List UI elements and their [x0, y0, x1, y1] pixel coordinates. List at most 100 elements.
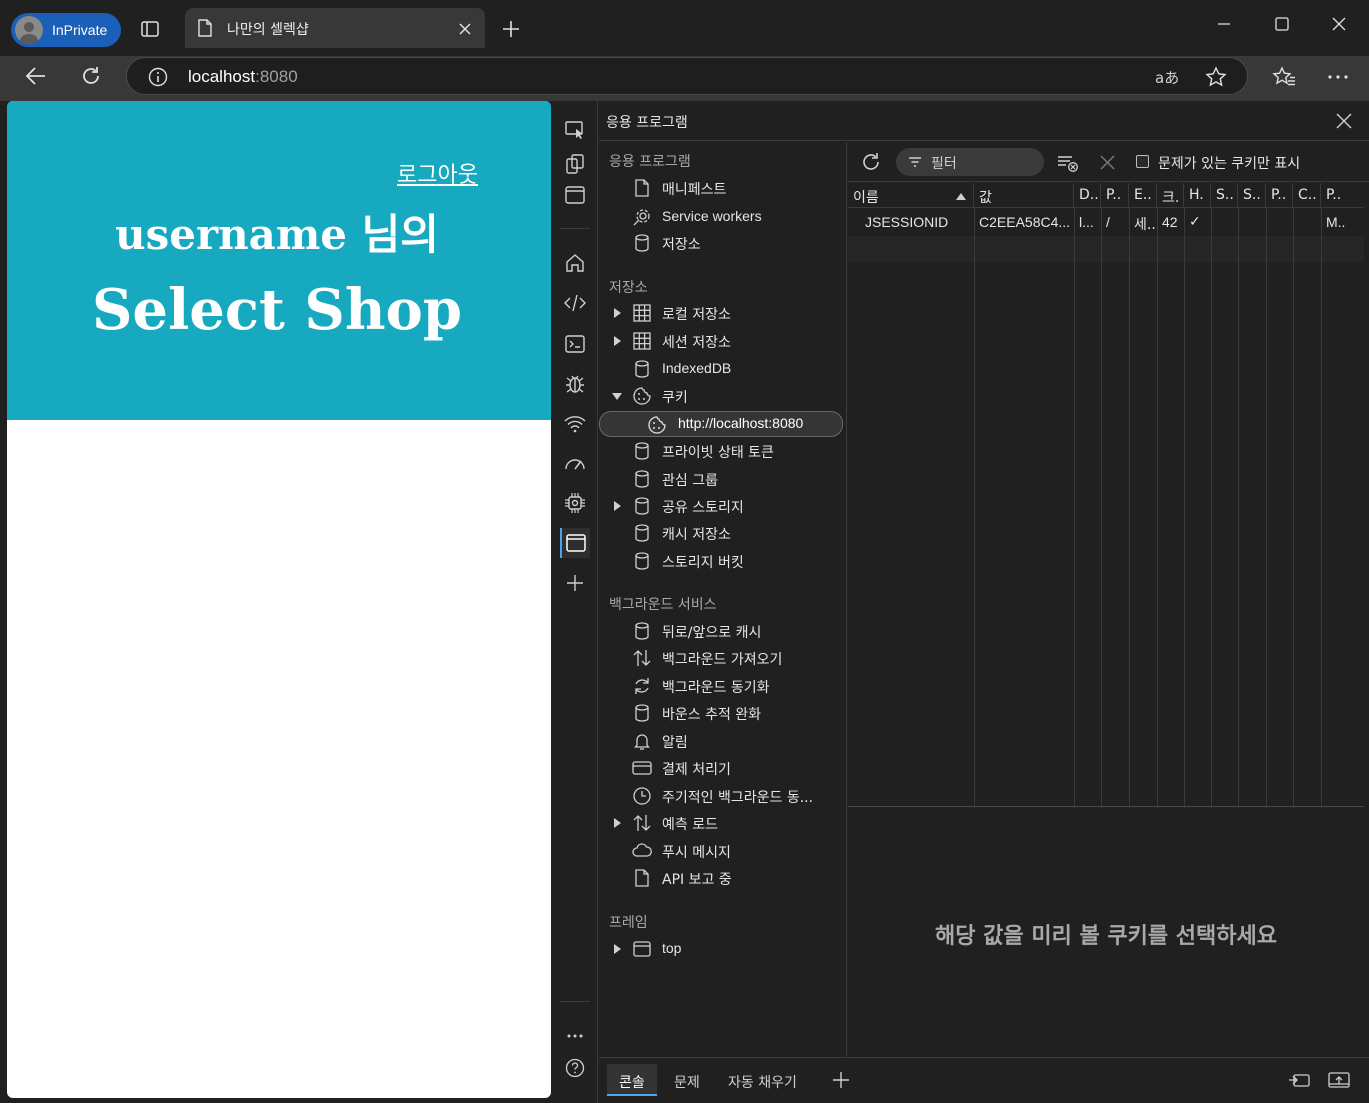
browser-tab[interactable]: 나만의 셀렉샵 [185, 8, 485, 48]
tree-item-bounce-tracking[interactable]: 바운스 추적 완화 [599, 700, 845, 726]
network-wifi-icon[interactable] [560, 409, 590, 439]
tree-label: 예측 로드 [662, 817, 718, 833]
favorites-icon[interactable] [1272, 66, 1296, 88]
logout-link[interactable]: 로그아웃 [397, 157, 478, 189]
close-devtools-icon[interactable] [1336, 113, 1352, 129]
gear-icon [632, 207, 652, 227]
only-issues-checkbox[interactable] [1136, 155, 1149, 168]
console-icon[interactable] [560, 329, 590, 359]
dock-drawer-icon[interactable] [1328, 1072, 1350, 1088]
drawer-tab-issues[interactable]: 문제 [662, 1064, 712, 1096]
application-panel-icon[interactable] [560, 528, 590, 558]
column-divider [1074, 208, 1075, 808]
title-bar: InPrivate 나만의 셀렉샵 [0, 0, 1369, 56]
column-header-name[interactable]: 이름 [848, 183, 974, 208]
add-drawer-tab-icon[interactable] [832, 1071, 850, 1089]
delete-selected-icon[interactable] [1100, 155, 1115, 170]
tree-label: 스토리지 버킷 [662, 555, 744, 571]
drawer-tab-autofill[interactable]: 자동 채우기 [716, 1064, 809, 1096]
expand-arrow-icon[interactable] [614, 818, 621, 828]
tree-item-private-state-tokens[interactable]: 프라이빗 상태 토큰 [599, 438, 845, 464]
column-header-path[interactable]: P.. [1101, 183, 1129, 208]
column-header-secure[interactable]: S.. [1211, 183, 1238, 208]
tree-item-service-workers[interactable]: Service workers [599, 204, 845, 230]
help-icon[interactable] [560, 1053, 590, 1083]
tree-item-session-storage[interactable]: 세션 저장소 [599, 328, 845, 354]
tree-item-background-sync[interactable]: 백그라운드 동기화 [599, 673, 845, 699]
elements-icon[interactable] [560, 288, 590, 318]
close-tab-icon[interactable] [459, 23, 471, 35]
tree-item-payment-handler[interactable]: 결제 처리기 [599, 755, 845, 781]
column-header-size[interactable]: 크. [1157, 183, 1184, 208]
tree-item-push-messaging[interactable]: 푸시 메시지 [599, 838, 845, 864]
tree-item-cookies[interactable]: 쿠키 [599, 383, 845, 409]
back-icon[interactable] [25, 66, 47, 86]
close-window-icon[interactable] [1332, 17, 1346, 31]
tree-item-manifest[interactable]: 매니페스트 [599, 175, 845, 201]
tree-item-cache-storage[interactable]: 캐시 저장소 [599, 520, 845, 546]
device-emulation-icon[interactable] [560, 149, 590, 179]
column-header-samesite[interactable]: S.. [1238, 183, 1266, 208]
refresh-icon[interactable] [80, 65, 102, 87]
file-icon [632, 178, 652, 198]
move-to-activity-bar-icon[interactable] [1288, 1072, 1310, 1088]
tree-item-interest-groups[interactable]: 관심 그룹 [599, 466, 845, 492]
read-aloud-icon[interactable]: aあ [1155, 67, 1179, 88]
cell-secure [1211, 210, 1238, 236]
cookie-toolbar: 필터 문제가 있는 쿠키만 표시 [848, 142, 1369, 182]
memory-chip-icon[interactable] [560, 488, 590, 518]
tree-item-storage-buckets[interactable]: 스토리지 버킷 [599, 548, 845, 574]
address-bar[interactable]: localhost:8080 aあ [126, 57, 1248, 95]
column-header-value[interactable]: 값 [974, 183, 1074, 208]
expand-arrow-icon[interactable] [614, 944, 621, 954]
expand-arrow-icon[interactable] [614, 336, 621, 346]
only-issues-label: 문제가 있는 쿠키만 표시 [1158, 156, 1301, 172]
filter-input[interactable]: 필터 [896, 148, 1044, 176]
collapse-arrow-icon[interactable] [612, 393, 622, 400]
tree-item-bfcache[interactable]: 뒤로/앞으로 캐시 [599, 618, 845, 644]
column-header-priority[interactable]: P.. [1321, 183, 1364, 208]
application-sidebar: 응용 프로그램 매니페스트 Service workers 저장소 저장소 로컬… [599, 142, 847, 1057]
tree-item-periodic-sync[interactable]: 주기적인 백그라운드 동... [599, 783, 845, 809]
browser-window-icon[interactable] [560, 180, 590, 210]
tree-item-background-fetch[interactable]: 백그라운드 가져오기 [599, 645, 845, 671]
column-header-expires[interactable]: E.. [1129, 183, 1157, 208]
add-tool-icon[interactable] [560, 568, 590, 598]
tree-label: 공유 스토리지 [662, 500, 744, 516]
expand-arrow-icon[interactable] [614, 501, 621, 511]
tree-item-frame-top[interactable]: top [599, 936, 845, 962]
database-icon [632, 233, 652, 253]
sources-bug-icon[interactable] [560, 368, 590, 398]
tree-item-local-storage[interactable]: 로컬 저장소 [599, 300, 845, 326]
tree-item-storage[interactable]: 저장소 [599, 230, 845, 256]
address-text: localhost:8080 [188, 67, 298, 87]
more-icon[interactable] [1328, 75, 1348, 79]
column-header-partition-key[interactable]: P.. [1266, 183, 1293, 208]
column-header-domain[interactable]: D.. [1074, 183, 1101, 208]
refresh-cookies-icon[interactable] [860, 151, 882, 173]
welcome-home-icon[interactable] [560, 248, 590, 278]
tree-item-shared-storage[interactable]: 공유 스토리지 [599, 493, 845, 519]
more-tools-icon[interactable] [560, 1021, 590, 1051]
expand-arrow-icon[interactable] [614, 308, 621, 318]
drawer-tab-console[interactable]: 콘솔 [607, 1064, 657, 1096]
site-info-icon[interactable] [148, 67, 168, 87]
maximize-icon[interactable] [1275, 17, 1289, 31]
performance-gauge-icon[interactable] [560, 449, 590, 479]
new-tab-icon[interactable] [502, 20, 520, 38]
tree-item-reporting-api[interactable]: API 보고 중 [599, 865, 845, 891]
inspect-element-icon[interactable] [560, 115, 590, 145]
tab-actions-icon[interactable] [140, 19, 160, 39]
column-header-httponly[interactable]: H. [1184, 183, 1211, 208]
favorite-star-icon[interactable] [1205, 66, 1227, 88]
tree-item-speculative-loads[interactable]: 예측 로드 [599, 810, 845, 836]
tree-item-notifications[interactable]: 알림 [599, 728, 845, 754]
inprivate-badge[interactable]: InPrivate [11, 13, 121, 47]
minimize-icon[interactable] [1217, 17, 1231, 31]
tree-item-indexeddb[interactable]: IndexedDB [599, 356, 845, 382]
tree-label: top [662, 940, 682, 956]
tree-item-cookie-origin[interactable]: http://localhost:8080 [599, 411, 843, 437]
column-header-cross-site[interactable]: C.. [1293, 183, 1321, 208]
tree-label: Service workers [662, 208, 762, 224]
clear-filtered-cookies-icon[interactable] [1057, 154, 1079, 172]
